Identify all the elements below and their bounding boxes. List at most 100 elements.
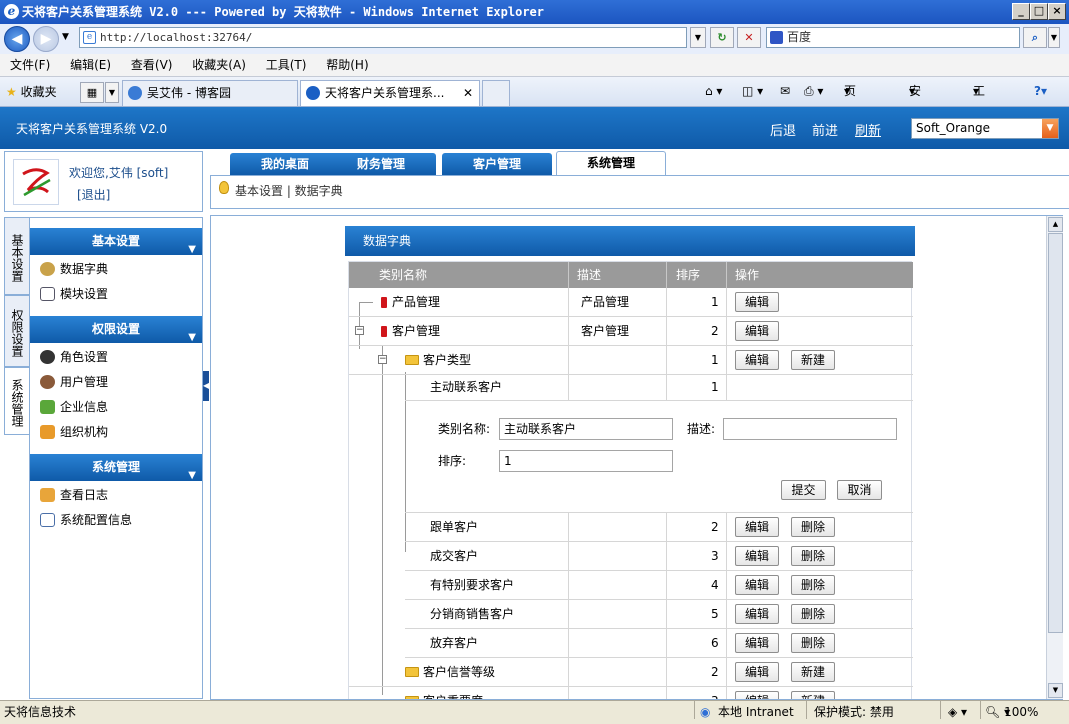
table-row: 跟单客户 2 编辑 删除	[405, 513, 913, 542]
menu-tools[interactable]: 工具(T)	[266, 54, 307, 76]
window-icon	[40, 513, 55, 527]
sidebar-item-data-dictionary[interactable]: 数据字典	[38, 258, 108, 280]
tab-system[interactable]: 系统管理	[556, 151, 666, 176]
back-button[interactable]: ◀	[4, 26, 30, 52]
search-icon[interactable]: ⌕	[1023, 27, 1047, 48]
recent-pages-icon[interactable]: ▼	[62, 32, 69, 42]
collapse-tree-icon[interactable]: −	[378, 355, 387, 364]
edit-button[interactable]: 编辑	[735, 546, 779, 566]
vertical-scrollbar[interactable]: ▲ ▼	[1046, 216, 1063, 699]
search-input[interactable]: 百度	[766, 27, 1020, 48]
cancel-button[interactable]: 取消	[837, 480, 882, 500]
sidebar-section-basic[interactable]: 基本设置 ▼	[30, 228, 202, 255]
delete-button[interactable]: 删除	[791, 633, 835, 653]
help-icon[interactable]: ?▾	[1034, 77, 1047, 105]
home-icon[interactable]: ⌂ ▾	[705, 77, 722, 105]
close-tab-icon[interactable]: ✕	[463, 81, 473, 106]
vtab-basic[interactable]: 基本设置	[4, 217, 30, 295]
sidebar-item-config[interactable]: 系统配置信息	[38, 509, 132, 531]
col-name: 类别名称	[379, 268, 428, 282]
edit-button[interactable]: 编辑	[735, 517, 779, 537]
tab-customer[interactable]: 客户管理	[442, 153, 552, 175]
logout-link[interactable]: [退出]	[69, 184, 168, 206]
app-title: 天将客户关系管理系统 V2.0	[16, 122, 168, 136]
safety-menu[interactable]: 安全(S) ▾	[909, 77, 926, 154]
collapse-icon: ▼	[188, 470, 196, 481]
edit-button[interactable]: 编辑	[735, 604, 779, 624]
ie-page-icon	[306, 86, 320, 100]
sidebar-item-users[interactable]: 用户管理	[38, 371, 108, 393]
sidebar-item-logs[interactable]: 查看日志	[38, 484, 108, 506]
sidebar-section-system[interactable]: 系统管理 ▼	[30, 454, 202, 481]
delete-button[interactable]: 删除	[791, 517, 835, 537]
favorites-button[interactable]: ★ 收藏夹	[6, 83, 57, 101]
vtab-permission[interactable]: 权限设置	[4, 295, 30, 367]
delete-button[interactable]: 删除	[791, 604, 835, 624]
scroll-down-icon[interactable]: ▼	[1048, 683, 1063, 698]
lightbulb-icon	[219, 181, 229, 194]
new-button[interactable]: 新建	[791, 350, 835, 370]
quick-tabs-icon[interactable]: ▦	[80, 82, 104, 103]
sidebar-item-module-settings[interactable]: 模块设置	[38, 283, 108, 305]
sidebar-item-organization[interactable]: 组织机构	[38, 421, 108, 443]
tools-menu[interactable]: 工具(O) ▾	[973, 77, 992, 154]
new-button[interactable]: 新建	[791, 691, 835, 699]
ie-logo-icon: e	[4, 4, 19, 19]
edit-button[interactable]: 编辑	[735, 633, 779, 653]
page-menu[interactable]: 页面(P) ▾	[844, 77, 861, 154]
submit-button[interactable]: 提交	[781, 480, 826, 500]
table-row: 客户重要度 3 编辑 新建	[349, 687, 913, 699]
ie-tab-crm[interactable]: 天将客户关系管理系... ✕	[300, 80, 480, 106]
scroll-up-icon[interactable]: ▲	[1048, 217, 1063, 232]
new-button[interactable]: 新建	[791, 662, 835, 682]
refresh-icon[interactable]: ↻	[710, 27, 734, 48]
tab-finance[interactable]: 财务管理	[326, 153, 436, 175]
name-input[interactable]: 主动联系客户	[499, 418, 673, 440]
new-tab-button[interactable]	[482, 80, 510, 106]
zoom-control[interactable]: 🔍︎ 100% ▾	[985, 701, 1038, 723]
skin-select[interactable]: Soft_Orange ▼	[911, 118, 1059, 139]
menu-favorites[interactable]: 收藏夹(A)	[192, 54, 246, 76]
menu-view[interactable]: 查看(V)	[131, 54, 173, 76]
vtab-system[interactable]: 系统管理	[4, 367, 30, 435]
feeds-icon[interactable]: ◫ ▾	[742, 77, 763, 105]
forward-button[interactable]: ▶	[33, 26, 59, 52]
edit-button[interactable]: 编辑	[735, 350, 779, 370]
welcome-panel: 欢迎您,艾伟 [soft] [退出]	[4, 151, 203, 212]
minimize-button[interactable]: _	[1012, 3, 1030, 20]
address-input[interactable]: e http://localhost:32764/	[79, 27, 687, 48]
header-refresh-link[interactable]: 刷新	[855, 120, 881, 139]
menu-help[interactable]: 帮助(H)	[326, 54, 368, 76]
tab-my-desktop[interactable]: 我的桌面	[230, 153, 340, 175]
close-button[interactable]: ×	[1048, 3, 1066, 20]
ie-tab-blog[interactable]: 吴艾伟 - 博客园	[122, 80, 298, 106]
print-icon[interactable]: ⎙ ▾	[804, 77, 823, 105]
sidebar-section-permission[interactable]: 权限设置 ▼	[30, 316, 202, 343]
maximize-button[interactable]: □	[1030, 3, 1048, 20]
header-forward-link[interactable]: 前进	[812, 120, 838, 139]
order-input[interactable]: 1	[499, 450, 673, 472]
header-back-link[interactable]: 后退	[770, 120, 796, 139]
desc-input[interactable]	[723, 418, 897, 440]
delete-button[interactable]: 删除	[791, 575, 835, 595]
sidebar-item-roles[interactable]: 角色设置	[38, 346, 108, 368]
menu-file[interactable]: 文件(F)	[10, 54, 50, 76]
delete-button[interactable]: 删除	[791, 546, 835, 566]
sidebar-collapse-handle[interactable]: ◀	[203, 371, 209, 401]
edit-button[interactable]: 编辑	[735, 662, 779, 682]
edit-button[interactable]: 编辑	[735, 575, 779, 595]
address-dropdown-icon[interactable]: ▼	[690, 27, 706, 48]
popup-icon[interactable]: ◈ ▾	[948, 701, 967, 723]
form-icon	[40, 287, 55, 301]
edit-button[interactable]: 编辑	[735, 321, 779, 341]
edit-button[interactable]: 编辑	[735, 691, 779, 699]
scroll-thumb[interactable]	[1048, 233, 1063, 633]
mail-icon[interactable]: ✉	[780, 77, 790, 105]
search-options-icon[interactable]: ▼	[1048, 27, 1060, 48]
tab-list-icon[interactable]: ▼	[105, 82, 119, 103]
edit-button[interactable]: 编辑	[735, 292, 779, 312]
collapse-tree-icon[interactable]: −	[355, 326, 364, 335]
stop-icon[interactable]: ✕	[737, 27, 761, 48]
sidebar-item-company[interactable]: 企业信息	[38, 396, 108, 418]
menu-edit[interactable]: 编辑(E)	[70, 54, 111, 76]
